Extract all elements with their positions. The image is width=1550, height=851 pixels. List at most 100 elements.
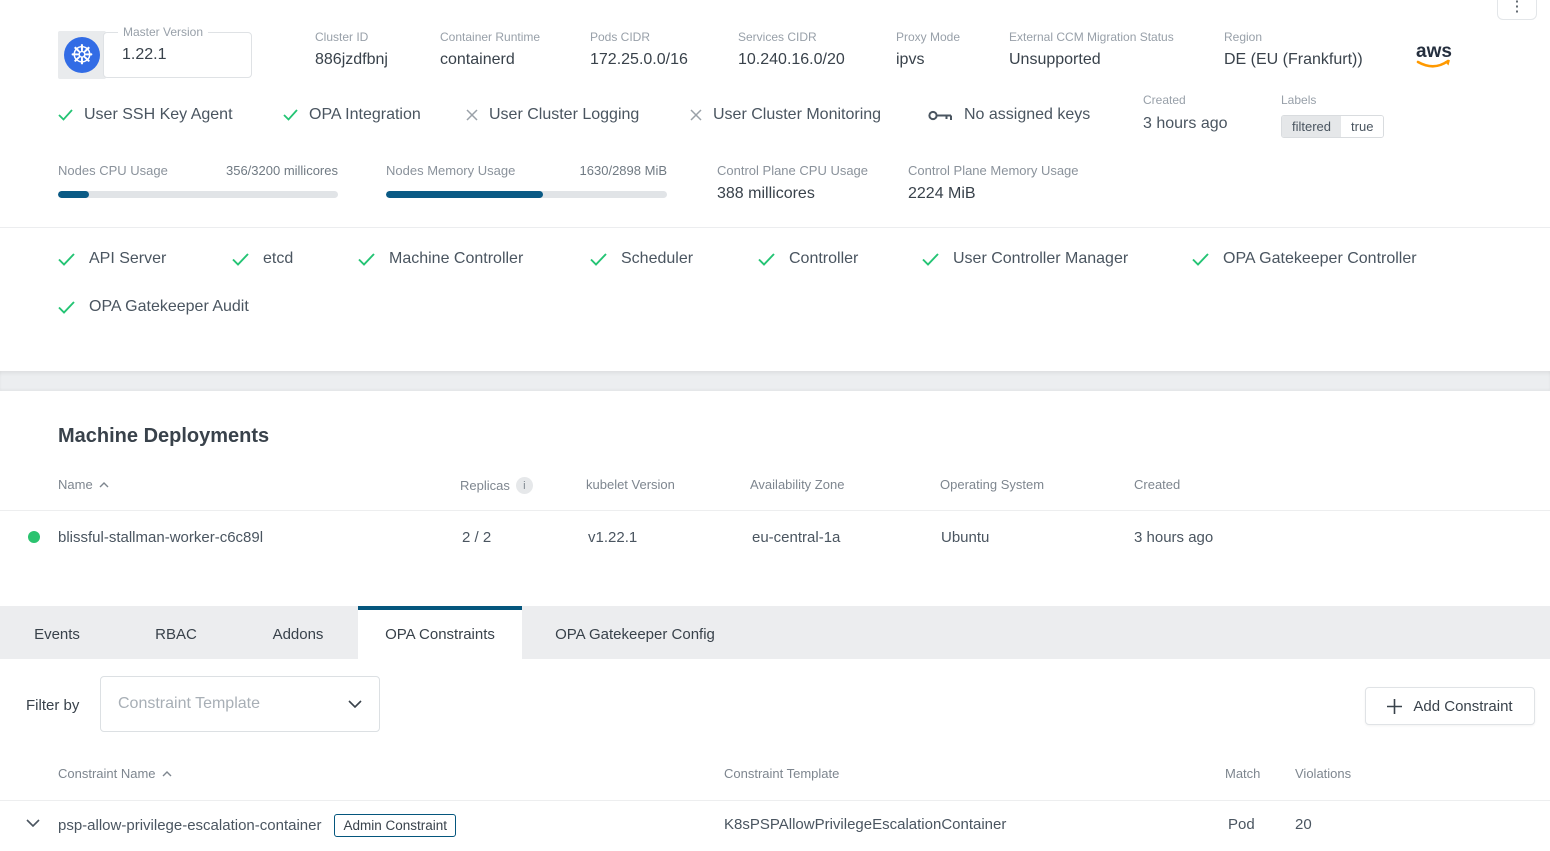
label-chip: filtered true bbox=[1281, 115, 1384, 138]
check-icon bbox=[58, 301, 75, 314]
region-field: Region DE (EU (Frankfurt)) bbox=[1224, 30, 1363, 69]
field-label: Services CIDR bbox=[738, 30, 845, 44]
health-api-server: API Server bbox=[58, 250, 166, 268]
field-label: External CCM Migration Status bbox=[1009, 30, 1174, 44]
field-label: Pods CIDR bbox=[590, 30, 688, 44]
label-chip-key: filtered bbox=[1282, 116, 1341, 137]
health-controller: Controller bbox=[758, 250, 858, 268]
health-opa-gatekeeper-audit: OPA Gatekeeper Audit bbox=[58, 298, 249, 316]
opa-constraints-panel: Filter by Constraint Template Add Constr… bbox=[0, 659, 1550, 851]
add-constraint-button[interactable]: Add Constraint bbox=[1365, 687, 1535, 725]
machine-deployments-card: Machine Deployments Name Replicas i kube… bbox=[0, 391, 1550, 606]
expand-chevron-icon[interactable] bbox=[26, 819, 40, 827]
master-version-value: 1.22.1 bbox=[122, 46, 166, 64]
filter-by-label: Filter by bbox=[26, 697, 79, 714]
label-chip-value: true bbox=[1341, 116, 1383, 137]
constraint-match-cell: Pod bbox=[1228, 816, 1255, 833]
check-icon bbox=[590, 253, 607, 266]
md-name-cell[interactable]: blissful-stallman-worker-c6c89l bbox=[58, 529, 263, 546]
md-operating-system-cell: Ubuntu bbox=[941, 529, 989, 546]
tab-opa-gatekeeper-config[interactable]: OPA Gatekeeper Config bbox=[522, 606, 748, 659]
column-header-operating-system: Operating System bbox=[940, 477, 1044, 492]
health-scheduler: Scheduler bbox=[590, 250, 693, 268]
cluster-actions-menu-button[interactable]: ⋮ bbox=[1497, 0, 1537, 20]
constraint-violations-cell: 20 bbox=[1295, 816, 1312, 833]
field-value: Unsupported bbox=[1009, 51, 1101, 68]
control-plane-memory-usage-metric: Control Plane Memory Usage 2224 MiB bbox=[908, 163, 1079, 203]
metric-value: 388 millicores bbox=[717, 185, 868, 203]
aws-provider-logo: aws bbox=[1413, 40, 1455, 72]
column-header-match: Match bbox=[1225, 766, 1260, 781]
md-replicas-cell: 2 / 2 bbox=[462, 529, 491, 546]
column-header-constraint-name[interactable]: Constraint Name bbox=[58, 766, 172, 781]
control-plane-cpu-usage-metric: Control Plane CPU Usage 388 millicores bbox=[717, 163, 868, 203]
check-icon bbox=[758, 253, 775, 266]
check-icon bbox=[922, 253, 939, 266]
md-created-cell: 3 hours ago bbox=[1134, 529, 1213, 546]
check-icon bbox=[58, 253, 75, 266]
tab-rbac[interactable]: RBAC bbox=[114, 606, 238, 659]
constraint-template-filter-select[interactable]: Constraint Template bbox=[100, 676, 380, 732]
column-header-violations: Violations bbox=[1295, 766, 1351, 781]
master-version-label: Master Version bbox=[118, 25, 208, 39]
constraint-name-cell: psp-allow-privilege-escalation-container bbox=[58, 817, 321, 834]
kubernetes-wheel-icon: ☸ bbox=[64, 37, 100, 73]
tab-opa-constraints[interactable]: OPA Constraints bbox=[358, 606, 522, 659]
kubernetes-logo: ☸ bbox=[58, 31, 106, 79]
health-label: etcd bbox=[263, 250, 293, 268]
metric-value: 2224 MiB bbox=[908, 185, 1079, 203]
health-machine-controller: Machine Controller bbox=[358, 250, 523, 268]
x-icon bbox=[690, 109, 702, 121]
metric-label: Control Plane Memory Usage bbox=[908, 163, 1079, 178]
health-label: Controller bbox=[789, 250, 858, 268]
health-label: OPA Gatekeeper Audit bbox=[89, 298, 249, 316]
tab-addons[interactable]: Addons bbox=[238, 606, 358, 659]
nodes-memory-usage-metric: Nodes Memory Usage 1630/2898 MiB bbox=[386, 163, 667, 198]
cluster-summary-card: ⋮ ☸ Master Version 1.22.1 Cluster ID 886… bbox=[0, 0, 1550, 371]
cluster-tabs: Events RBAC Addons OPA Constraints OPA G… bbox=[0, 606, 1550, 659]
plus-icon bbox=[1387, 699, 1402, 714]
master-version-field: Master Version 1.22.1 bbox=[103, 32, 252, 78]
cluster-id-field: Cluster ID 886jzdfbnj bbox=[315, 30, 388, 69]
divider bbox=[0, 800, 1550, 801]
column-header-replicas: Replicas i bbox=[460, 477, 533, 494]
metric-value: 1630/2898 MiB bbox=[580, 163, 667, 178]
services-cidr-field: Services CIDR 10.240.16.0/20 bbox=[738, 30, 845, 69]
cluster-detail-page: ⋮ ☸ Master Version 1.22.1 Cluster ID 886… bbox=[0, 0, 1550, 851]
pods-cidr-field: Pods CIDR 172.25.0.0/16 bbox=[590, 30, 688, 69]
progress-bar bbox=[386, 191, 667, 198]
ssh-keys-label: No assigned keys bbox=[964, 106, 1090, 124]
check-icon bbox=[232, 253, 249, 266]
health-label: API Server bbox=[89, 250, 166, 268]
divider bbox=[0, 227, 1550, 228]
column-header-availability-zone: Availability Zone bbox=[750, 477, 844, 492]
field-value: containerd bbox=[440, 51, 515, 68]
health-label: Machine Controller bbox=[389, 250, 523, 268]
info-icon[interactable]: i bbox=[516, 477, 533, 494]
admin-constraint-badge: Admin Constraint bbox=[334, 814, 456, 837]
ccm-migration-status-field: External CCM Migration Status Unsupporte… bbox=[1009, 30, 1174, 69]
field-label: Proxy Mode bbox=[896, 30, 960, 44]
check-icon bbox=[283, 109, 298, 121]
md-availability-zone-cell: eu-central-1a bbox=[752, 529, 840, 546]
divider bbox=[0, 510, 1550, 511]
tab-events[interactable]: Events bbox=[0, 606, 114, 659]
field-label: Container Runtime bbox=[440, 30, 540, 44]
health-etcd: etcd bbox=[232, 250, 293, 268]
health-label: Scheduler bbox=[621, 250, 693, 268]
x-icon bbox=[466, 109, 478, 121]
container-runtime-field: Container Runtime containerd bbox=[440, 30, 540, 69]
check-icon bbox=[58, 109, 73, 121]
metric-value: 356/3200 millicores bbox=[226, 163, 338, 178]
proxy-mode-field: Proxy Mode ipvs bbox=[896, 30, 960, 69]
constraint-template-cell: K8sPSPAllowPrivilegeEscalationContainer bbox=[724, 816, 1006, 833]
vertical-dots-icon: ⋮ bbox=[1510, 0, 1525, 15]
feature-label: User SSH Key Agent bbox=[84, 106, 233, 124]
select-placeholder: Constraint Template bbox=[118, 695, 260, 713]
feature-user-cluster-monitoring: User Cluster Monitoring bbox=[690, 106, 881, 124]
created-label: Created bbox=[1143, 93, 1228, 107]
sort-asc-icon bbox=[99, 482, 109, 488]
column-header-name[interactable]: Name bbox=[58, 477, 109, 492]
feature-user-cluster-logging: User Cluster Logging bbox=[466, 106, 639, 124]
field-value: 886jzdfbnj bbox=[315, 51, 388, 68]
